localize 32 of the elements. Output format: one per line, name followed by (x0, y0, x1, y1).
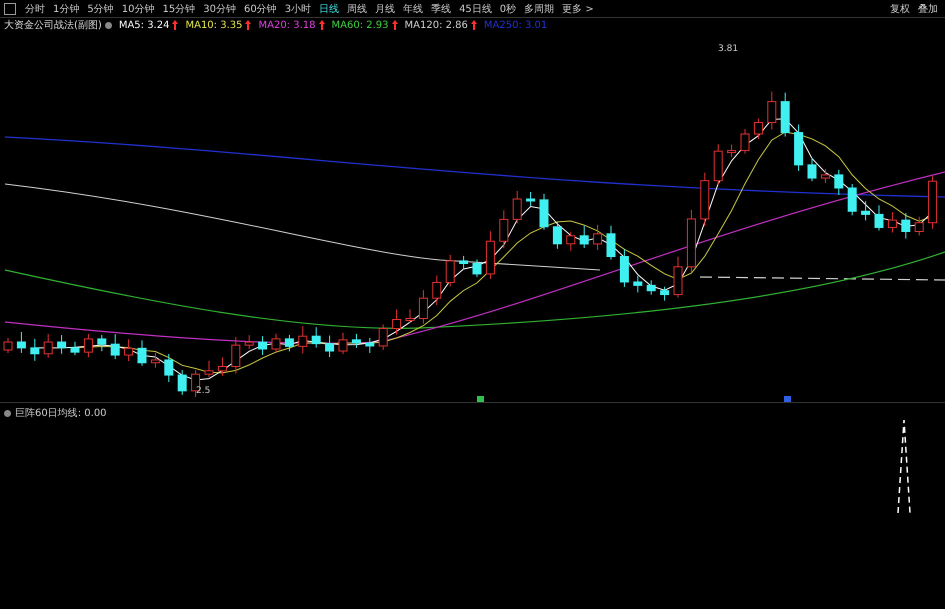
low-price-label: 2.5 (196, 386, 210, 396)
toolbar-button[interactable]: 叠加 (915, 2, 941, 16)
period-tab[interactable]: 更多 > (559, 2, 597, 16)
moving-average-value: MA5: 3.24 (118, 20, 170, 30)
moving-average-value: MA120: 2.86 (404, 20, 468, 30)
moving-average-value: MA60: 2.93 (332, 20, 389, 30)
indicator-value: 巨阵60日均线: 0.00 (15, 406, 107, 420)
period-tab[interactable]: 3小时 (282, 2, 314, 16)
moving-average-value: MA20: 3.18 (258, 20, 316, 30)
period-tab[interactable]: 10分钟 (118, 2, 158, 16)
period-tab[interactable]: 1分钟 (50, 2, 82, 16)
period-tab[interactable]: 分时 (22, 2, 48, 16)
period-tab[interactable]: 日线 (316, 2, 342, 16)
period-tab[interactable]: 年线 (400, 2, 426, 16)
period-tab[interactable]: 15分钟 (159, 2, 198, 16)
period-tab[interactable]: 5分钟 (84, 2, 117, 16)
period-tab[interactable]: 30分钟 (200, 2, 239, 16)
indicator-name: 大资金公司战法(副图) (4, 18, 102, 32)
period-tab[interactable]: 季线 (428, 2, 454, 16)
toolbar-button[interactable]: 复权 (887, 2, 913, 16)
moving-average-value: MA10: 3.35 (185, 20, 242, 30)
moving-average-value: MA250: 3.01 (484, 20, 548, 30)
period-tab[interactable]: 45日线 (456, 2, 495, 16)
period-tab[interactable]: 60分钟 (240, 2, 280, 16)
settings-icon[interactable] (4, 410, 11, 416)
period-tab[interactable]: 月线 (372, 2, 398, 16)
period-tab[interactable]: 多周期 (521, 2, 558, 16)
period-tab[interactable]: 0秒 (496, 2, 520, 16)
period-tab[interactable]: 周线 (344, 2, 370, 16)
high-price-label: 3.81 (718, 44, 738, 54)
chart-type-icon[interactable] (4, 2, 16, 14)
settings-icon[interactable] (104, 22, 112, 28)
